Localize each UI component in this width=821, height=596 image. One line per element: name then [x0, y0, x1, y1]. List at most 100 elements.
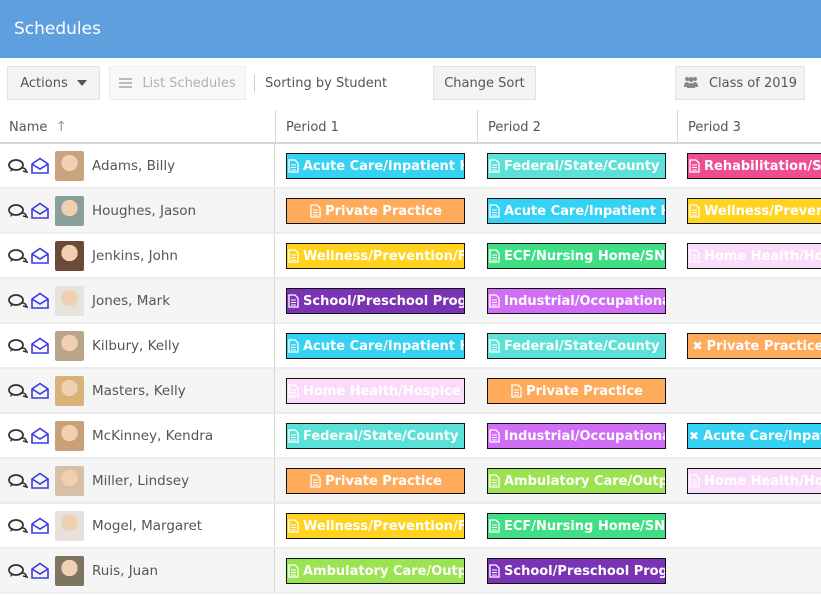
placement-chip-wellness[interactable]: Wellness/Prevention/Fitness — [286, 513, 465, 539]
file-text-icon — [288, 384, 299, 398]
column-p2-label: Period 2 — [488, 119, 541, 135]
table-row: Jenkins, John Wellness/Prevention/Fitness… — [0, 234, 821, 279]
column-header-period-1: Period 1 — [275, 110, 477, 144]
student-name-cell: Jenkins, John — [0, 234, 275, 277]
placement-chip-home[interactable]: Home Health/Hospice — [286, 378, 465, 404]
placement-label: Rehabilitation/Sub-Acute — [704, 158, 821, 174]
placement-chip-acute[interactable]: Acute Care/Inpatient Hospital — [286, 333, 465, 359]
student-name[interactable]: Mogel, Margaret — [92, 518, 202, 534]
envelope-open-icon[interactable] — [30, 202, 50, 220]
file-text-icon — [288, 294, 299, 308]
placement-chip-ecf[interactable]: ECF/Nursing Home/SNF — [487, 243, 666, 269]
placement-chip-federal[interactable]: Federal/State/County Health — [487, 333, 666, 359]
table-row: Houghes, Jason Private Practice Acute Care… — [0, 189, 821, 234]
placement-chip-ambulatory[interactable]: Ambulatory Care/Outpatient — [286, 558, 465, 584]
avatar — [55, 555, 84, 586]
placement-chip-school[interactable]: School/Preschool Program — [487, 558, 666, 584]
placement-chip-private[interactable]: ✖ Private Practice — [687, 333, 821, 359]
envelope-open-icon[interactable] — [30, 292, 50, 310]
chat-bubbles-icon[interactable] — [8, 518, 28, 533]
envelope-open-icon[interactable] — [30, 337, 50, 355]
placement-label: Federal/State/County Health — [303, 428, 464, 444]
class-filter-button[interactable]: Class of 2019 — [675, 66, 805, 100]
page-title: Schedules — [14, 19, 101, 39]
placement-chip-industrial[interactable]: Industrial/Occupational Health — [487, 288, 666, 314]
student-name[interactable]: Ruis, Juan — [92, 563, 158, 579]
envelope-open-icon[interactable] — [30, 562, 50, 580]
actions-label: Actions — [20, 75, 68, 91]
placement-chip-industrial[interactable]: Industrial/Occupational Health — [487, 423, 666, 449]
placement-chip-private[interactable]: Private Practice — [286, 198, 465, 224]
chat-bubbles-icon[interactable] — [8, 158, 28, 173]
column-header-name[interactable]: Name ↑ — [9, 110, 67, 144]
student-name[interactable]: Jones, Mark — [92, 293, 170, 309]
placement-label: Home Health/Hospice — [704, 248, 821, 264]
table-row: Miller, Lindsey Private Practice Ambulator… — [0, 459, 821, 504]
placement-chip-wellness[interactable]: Wellness/Prevention/Fitness — [286, 243, 465, 269]
placement-label: Private Practice — [706, 338, 821, 354]
envelope-open-icon[interactable] — [30, 157, 50, 175]
placement-chip-home[interactable]: Home Health/Hospice — [687, 468, 821, 494]
student-name[interactable]: McKinney, Kendra — [92, 428, 213, 444]
placement-chip-private[interactable]: Private Practice — [286, 468, 465, 494]
student-name[interactable]: Kilbury, Kelly — [92, 338, 180, 354]
chat-bubbles-icon[interactable] — [8, 473, 28, 488]
placement-chip-federal[interactable]: Federal/State/County Health — [286, 423, 465, 449]
placement-chip-home[interactable]: Home Health/Hospice — [687, 243, 821, 269]
chat-bubbles-icon[interactable] — [8, 383, 28, 398]
placement-chip-acute[interactable]: Acute Care/Inpatient Hospital — [487, 198, 666, 224]
placement-chip-acute[interactable]: ✖Acute Care/Inpatient Hospital — [687, 423, 821, 449]
chat-bubbles-icon[interactable] — [8, 293, 28, 308]
envelope-open-icon[interactable] — [30, 247, 50, 265]
student-name-cell: Houghes, Jason — [0, 189, 275, 232]
chat-bubbles-icon[interactable] — [8, 203, 28, 218]
file-text-icon — [310, 474, 321, 488]
placement-label: Wellness/Prevention/Fitness — [704, 203, 821, 219]
sorting-status: Sorting by Student — [254, 74, 387, 92]
envelope-open-icon[interactable] — [30, 382, 50, 400]
placement-chip-school[interactable]: School/Preschool Program — [286, 288, 465, 314]
placement-chip-rehab[interactable]: Rehabilitation/Sub-Acute — [687, 153, 821, 179]
avatar — [55, 375, 84, 406]
student-name[interactable]: Adams, Billy — [92, 158, 175, 174]
x-icon: ✖ — [692, 339, 703, 353]
toolbar: Actions List Schedules Sorting by Studen… — [0, 58, 821, 110]
table-row: Mogel, Margaret Wellness/Prevention/Fitne… — [0, 504, 821, 549]
change-sort-button[interactable]: Change Sort — [433, 66, 536, 100]
placement-chip-federal[interactable]: Federal/State/County Health — [487, 153, 666, 179]
student-name[interactable]: Miller, Lindsey — [92, 473, 189, 489]
envelope-open-icon[interactable] — [30, 517, 50, 535]
file-text-icon — [689, 204, 700, 218]
avatar — [55, 330, 84, 361]
file-text-icon — [489, 474, 500, 488]
chat-bubbles-icon[interactable] — [8, 428, 28, 443]
student-name[interactable]: Jenkins, John — [92, 248, 178, 264]
student-name[interactable]: Houghes, Jason — [92, 203, 196, 219]
file-text-icon — [489, 204, 500, 218]
envelope-open-icon[interactable] — [30, 472, 50, 490]
placement-label: Federal/State/County Health — [504, 338, 665, 354]
chat-bubbles-icon[interactable] — [8, 248, 28, 263]
avatar — [55, 150, 84, 181]
placement-label: ECF/Nursing Home/SNF — [504, 248, 666, 264]
student-name[interactable]: Masters, Kelly — [92, 383, 186, 399]
chat-bubbles-icon[interactable] — [8, 338, 28, 353]
file-text-icon — [288, 429, 299, 443]
placement-chip-wellness[interactable]: Wellness/Prevention/Fitness — [687, 198, 821, 224]
placement-chip-acute[interactable]: Acute Care/Inpatient Hospital — [286, 153, 465, 179]
placement-chip-ecf[interactable]: ECF/Nursing Home/SNF — [487, 513, 666, 539]
placement-chip-private[interactable]: Private Practice — [487, 378, 666, 404]
envelope-open-icon[interactable] — [30, 427, 50, 445]
placement-label: Home Health/Hospice — [704, 473, 821, 489]
student-name-cell: Miller, Lindsey — [0, 459, 275, 502]
student-name-cell: Kilbury, Kelly — [0, 324, 275, 367]
file-text-icon — [288, 564, 299, 578]
list-schedules-button[interactable]: List Schedules — [109, 66, 246, 100]
file-text-icon — [689, 474, 700, 488]
placement-chip-ambulatory[interactable]: Ambulatory Care/Outpatient — [487, 468, 666, 494]
chat-bubbles-icon[interactable] — [8, 563, 28, 578]
actions-dropdown-button[interactable]: Actions — [7, 66, 100, 100]
avatar — [55, 195, 84, 226]
column-p1-label: Period 1 — [286, 119, 339, 135]
placement-label: Acute Care/Inpatient Hospital — [303, 338, 464, 354]
